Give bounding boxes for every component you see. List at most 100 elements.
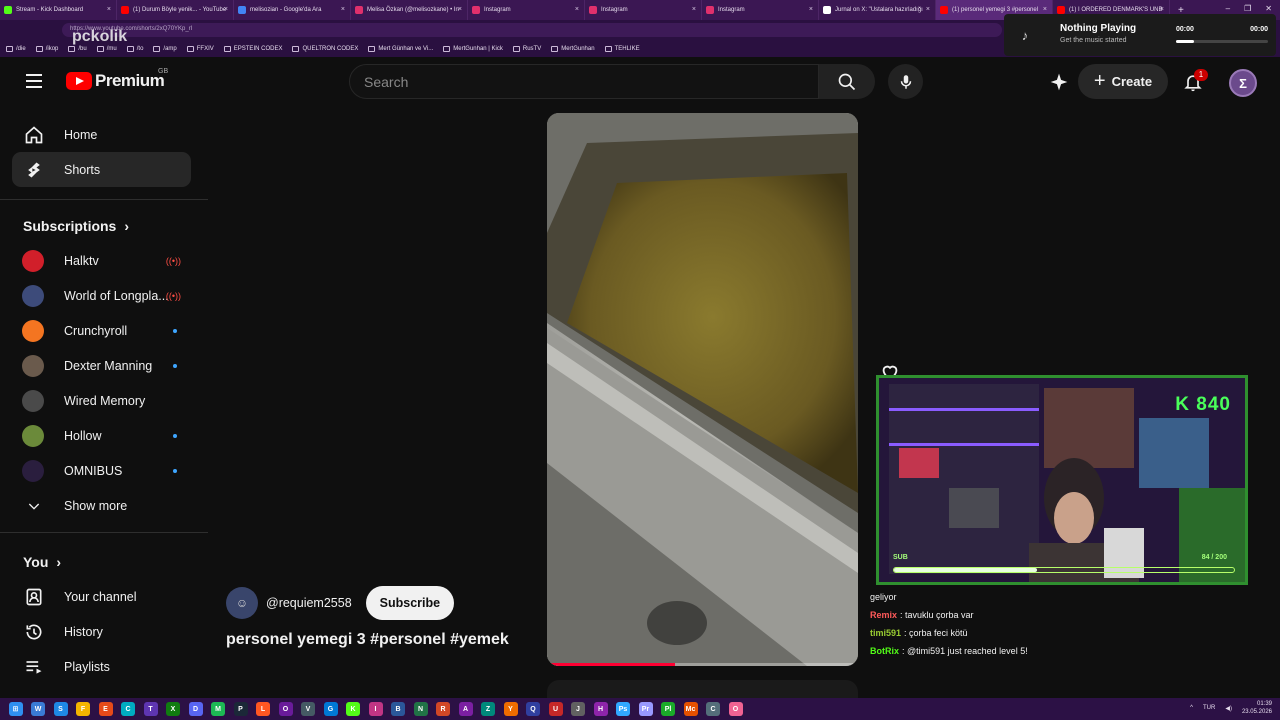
create-button[interactable]: + Create xyxy=(1078,64,1168,99)
bookmark-item[interactable]: EPSTEIN CODEX xyxy=(223,45,282,52)
close-tab-icon[interactable]: × xyxy=(107,6,111,13)
channel-avatar[interactable]: ☺ xyxy=(226,587,258,619)
subscription-item[interactable]: Wired Memory xyxy=(12,383,191,418)
subscription-item[interactable]: Halktv ((•)) xyxy=(12,243,191,278)
ask-ai-button[interactable] xyxy=(1046,69,1072,95)
next-short-preview[interactable] xyxy=(547,680,858,700)
sidebar-item-playlists[interactable]: Playlists xyxy=(12,649,191,684)
taskbar-app-icon[interactable]: J xyxy=(571,702,585,716)
show-more-button[interactable]: Show more xyxy=(12,488,191,523)
taskbar-app-icon[interactable]: N xyxy=(413,702,428,716)
taskbar-app-icon[interactable]: P xyxy=(233,702,248,716)
subscriptions-heading[interactable]: Subscriptions › xyxy=(23,218,129,234)
taskbar-app-icon[interactable]: X xyxy=(166,702,180,716)
close-tab-icon[interactable]: × xyxy=(224,6,228,13)
taskbar-app-icon[interactable]: R xyxy=(436,702,450,716)
address-bar[interactable]: https://www.youtube.com/shorts/2xQ70YKp_… xyxy=(62,23,1002,37)
sidebar-item-shorts[interactable]: Shorts xyxy=(12,152,191,187)
taskbar-app-icon[interactable]: U xyxy=(548,702,563,716)
browser-tab[interactable]: Melisa Özkan (@melisozkane) • In × xyxy=(351,0,468,20)
close-tab-icon[interactable]: × xyxy=(1043,6,1047,13)
taskbar-app-icon[interactable]: E xyxy=(98,702,113,716)
taskbar-app-icon[interactable]: Z xyxy=(481,702,495,716)
taskbar-app-icon[interactable]: G xyxy=(323,702,338,716)
browser-tab[interactable]: (1) Durum Böyle yenik... - YouTube × xyxy=(117,0,234,20)
taskbar-app-icon[interactable]: H xyxy=(593,702,608,716)
taskbar-app-icon[interactable]: C xyxy=(121,702,135,716)
close-tab-icon[interactable]: × xyxy=(692,6,696,13)
taskbar-app-icon[interactable]: Pl xyxy=(661,702,675,716)
bookmark-item[interactable]: /mu xyxy=(96,45,117,52)
bookmark-item[interactable]: /to xyxy=(126,45,143,52)
subscription-item[interactable]: Dexter Manning xyxy=(12,348,191,383)
close-tab-icon[interactable]: × xyxy=(458,6,462,13)
chevron-up-icon[interactable]: ^ xyxy=(1190,705,1193,711)
taskbar-app-icon[interactable]: L xyxy=(256,702,270,716)
bookmark-item[interactable]: RusTV xyxy=(512,45,541,52)
browser-tab[interactable]: Instagram × xyxy=(585,0,702,20)
search-input[interactable]: Search xyxy=(349,64,819,99)
taskbar-app-icon[interactable]: S xyxy=(53,702,68,716)
subscription-item[interactable]: Crunchyroll xyxy=(12,313,191,348)
music-note-icon[interactable]: ♪ xyxy=(1012,22,1038,48)
bookmark-item[interactable]: /ikop xyxy=(35,45,58,52)
search-button[interactable] xyxy=(819,64,875,99)
clock[interactable]: 01:39 23.05.2026 xyxy=(1242,700,1272,716)
subscription-item[interactable]: Hollow xyxy=(12,418,191,453)
taskbar-app-icon[interactable]: Pr xyxy=(638,702,653,716)
subscribe-button[interactable]: Subscribe xyxy=(365,586,455,620)
taskbar-app-icon[interactable]: C xyxy=(706,702,720,716)
sidebar-item-home[interactable]: Home xyxy=(12,117,191,152)
voice-search-button[interactable] xyxy=(888,64,923,99)
taskbar-app-icon[interactable]: W xyxy=(31,702,45,716)
short-video-player[interactable] xyxy=(547,113,858,666)
taskbar-app-icon[interactable]: V xyxy=(301,702,315,716)
close-tab-icon[interactable]: × xyxy=(341,6,345,13)
taskbar-app-icon[interactable]: Y xyxy=(503,702,518,716)
menu-button[interactable] xyxy=(22,69,46,93)
bookmark-item[interactable]: FFXIV xyxy=(186,45,214,52)
bookmark-item[interactable]: /die xyxy=(6,45,26,52)
taskbar-app-icon[interactable]: I xyxy=(368,702,383,716)
close-tab-icon[interactable]: × xyxy=(926,6,930,13)
windows-start-icon[interactable]: ⊞ xyxy=(8,702,23,716)
browser-tab[interactable]: Jurnal on X: "Ustalara hazırladığı × xyxy=(819,0,936,20)
taskbar-app-icon[interactable]: B xyxy=(391,702,405,716)
sidebar-item-your-channel[interactable]: Your channel xyxy=(12,579,191,614)
taskbar-app-icon[interactable]: Mc xyxy=(683,702,698,716)
taskbar-app-icon[interactable]: F xyxy=(76,702,90,716)
video-progress-bar[interactable] xyxy=(547,663,858,666)
close-tab-icon[interactable]: × xyxy=(575,6,579,13)
channel-handle[interactable]: @requiem2558 xyxy=(266,596,352,610)
browser-tab[interactable]: Instagram × xyxy=(468,0,585,20)
bookmark-item[interactable]: TEHLIKE xyxy=(604,45,640,52)
maximize-button[interactable]: ❐ xyxy=(1244,4,1251,13)
taskbar-app-icon[interactable]: T xyxy=(143,702,158,716)
browser-tab[interactable]: melisozian - Google'da Ara × xyxy=(234,0,351,20)
taskbar-app-icon[interactable]: O xyxy=(728,702,743,716)
account-avatar[interactable]: Σ xyxy=(1229,69,1257,97)
bookmark-item[interactable]: MertGunhan xyxy=(551,45,595,52)
bookmark-item[interactable]: /bu xyxy=(68,45,87,52)
bookmark-item[interactable]: QUELTRON CODEX xyxy=(292,45,358,52)
close-tab-icon[interactable]: × xyxy=(1160,6,1164,13)
taskbar-app-icon[interactable]: K xyxy=(346,702,360,716)
sidebar-item-history[interactable]: History xyxy=(12,614,191,649)
taskbar-app-icon[interactable]: A xyxy=(458,702,473,716)
close-window-button[interactable]: ✕ xyxy=(1265,4,1272,13)
youtube-premium-logo[interactable]: Premium xyxy=(66,71,165,91)
subscription-item[interactable]: World of Longpla... ((•)) xyxy=(12,278,191,313)
now-playing-progress[interactable] xyxy=(1176,40,1268,43)
taskbar-app-icon[interactable]: M xyxy=(211,702,225,716)
taskbar-app-icon[interactable]: D xyxy=(188,702,203,716)
browser-tab[interactable]: Instagram × xyxy=(702,0,819,20)
bookmark-item[interactable]: MertGunhan | Kick xyxy=(443,45,503,52)
browser-tab[interactable]: Stream - Kick Dashboard × xyxy=(0,0,117,20)
taskbar-app-icon[interactable]: Q xyxy=(526,702,540,716)
minimize-button[interactable]: – xyxy=(1226,4,1230,13)
bookmark-item[interactable]: Mert Günhan ve Vi... xyxy=(368,45,433,52)
close-tab-icon[interactable]: × xyxy=(809,6,813,13)
language-indicator[interactable]: TUR xyxy=(1203,705,1215,711)
volume-icon[interactable]: ◀) xyxy=(1225,705,1232,712)
bookmark-item[interactable]: /amp xyxy=(153,45,177,52)
